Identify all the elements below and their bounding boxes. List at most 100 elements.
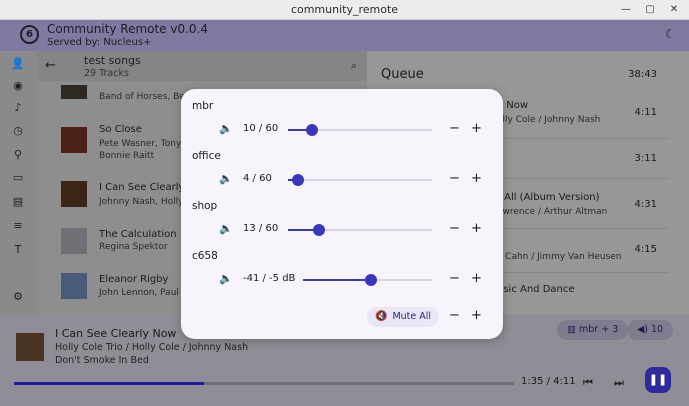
volume-up-button[interactable]: + bbox=[471, 271, 482, 286]
radio-icon[interactable]: ▤ bbox=[10, 194, 26, 210]
volume-label: 10 bbox=[651, 324, 664, 335]
now-playing-artist: Holly Cole Trio / Holly Cole / Johnny Na… bbox=[55, 342, 249, 353]
zone-row: mbr 🔈 10 / 60 − + bbox=[181, 100, 503, 150]
next-icon[interactable]: ⏭ bbox=[614, 376, 624, 390]
playlist-icon[interactable]: ≡ bbox=[10, 218, 26, 234]
app-title: Community Remote v0.0.4 bbox=[47, 22, 209, 36]
slider-thumb[interactable] bbox=[306, 124, 319, 136]
album-art bbox=[61, 273, 87, 299]
tracks-header: ← test songs 29 Tracks ⌕ bbox=[37, 51, 367, 81]
album-art bbox=[61, 127, 87, 153]
zones-label: mbr + 3 bbox=[579, 324, 619, 335]
mute-icon: 🔇 bbox=[375, 311, 388, 322]
pause-button[interactable]: ❚❚ bbox=[645, 367, 671, 393]
zone-name: shop bbox=[192, 200, 218, 212]
volume-icon: ◀) bbox=[637, 324, 649, 335]
volume-icon[interactable]: 🔈 bbox=[219, 272, 233, 285]
track-title: Eleanor Rigby bbox=[99, 274, 169, 285]
divider bbox=[497, 228, 669, 229]
slider-thumb[interactable] bbox=[365, 274, 378, 286]
track-title: I Can See Clearly bbox=[99, 182, 185, 193]
now-playing-title: I Can See Clearly Now bbox=[55, 327, 177, 340]
app-header: 6 Community Remote v0.0.4 Served by: Nuc… bbox=[0, 20, 689, 51]
queue-item-duration: 4:15 bbox=[634, 244, 657, 255]
volume-down-button[interactable]: − bbox=[449, 271, 460, 286]
volume-icon[interactable]: 🔈 bbox=[219, 172, 233, 185]
volume-up-button[interactable]: + bbox=[471, 221, 482, 236]
queue-item-subtitle: awrence / Arthur Altman bbox=[497, 207, 608, 217]
mute-all-label: Mute All bbox=[392, 311, 432, 322]
zone-row: office 🔈 4 / 60 − + bbox=[181, 150, 503, 200]
queue-total-duration: 38:43 bbox=[628, 69, 657, 80]
music-note-icon[interactable]: ♪ bbox=[10, 100, 26, 116]
speaker-group-icon: ▥ bbox=[567, 324, 576, 335]
volume-down-button[interactable]: − bbox=[449, 121, 460, 136]
volume-button[interactable]: ◀) 10 bbox=[627, 320, 674, 340]
album-art bbox=[61, 181, 87, 207]
queue-item-title: t All (Album Version) bbox=[497, 192, 600, 203]
queue-item-duration: 4:31 bbox=[634, 199, 657, 210]
volume-slider[interactable] bbox=[288, 174, 432, 186]
slider-thumb[interactable] bbox=[313, 224, 326, 236]
volume-icon[interactable]: 🔈 bbox=[219, 122, 233, 135]
settings-icon[interactable]: ⚙ bbox=[10, 289, 26, 305]
volume-dialog: mbr 🔈 10 / 60 − + office 🔈 4 / 60 − + sh… bbox=[181, 89, 503, 339]
window-title: community_remote bbox=[290, 3, 399, 16]
pause-icon: ❚❚ bbox=[648, 373, 668, 386]
previous-icon[interactable]: ⏮ bbox=[583, 376, 593, 390]
zone-name: c658 bbox=[192, 250, 218, 262]
close-icon[interactable]: ✕ bbox=[667, 3, 681, 17]
queue-item-duration: 4:11 bbox=[634, 107, 657, 118]
all-volume-up-button[interactable]: + bbox=[471, 308, 482, 323]
volume-slider[interactable] bbox=[288, 124, 432, 136]
dark-mode-icon[interactable]: ☾ bbox=[665, 27, 679, 41]
track-subtitle: Pete Wasner, Tony A bbox=[99, 139, 191, 149]
queue-title: Queue bbox=[381, 67, 424, 82]
playlist-title: test songs bbox=[84, 54, 141, 67]
progress-bar[interactable] bbox=[14, 382, 514, 385]
tag-icon[interactable]: ▭ bbox=[10, 170, 26, 186]
volume-up-button[interactable]: + bbox=[471, 121, 482, 136]
disc-icon[interactable]: ◉ bbox=[10, 78, 26, 94]
volume-slider[interactable] bbox=[288, 224, 432, 236]
zone-volume-value: 10 / 60 bbox=[243, 123, 279, 134]
zone-name: office bbox=[192, 150, 221, 162]
progress-fill bbox=[14, 382, 204, 385]
volume-down-button[interactable]: − bbox=[449, 171, 460, 186]
volume-icon[interactable]: 🔈 bbox=[219, 222, 233, 235]
queue-item-duration: 3:11 bbox=[634, 153, 657, 164]
volume-down-button[interactable]: − bbox=[449, 221, 460, 236]
divider bbox=[497, 272, 669, 273]
zone-volume-value: 13 / 60 bbox=[243, 223, 279, 234]
volume-slider[interactable] bbox=[303, 274, 432, 286]
now-playing-art bbox=[16, 333, 44, 361]
mute-all-button[interactable]: 🔇 Mute All bbox=[367, 307, 439, 327]
slider-thumb[interactable] bbox=[291, 174, 304, 186]
person-icon[interactable]: ⚲ bbox=[10, 147, 26, 163]
queue-item-title: usic And Dance bbox=[497, 284, 575, 295]
now-playing-album: Don't Smoke In Bed bbox=[55, 355, 149, 366]
text-icon[interactable]: T bbox=[10, 242, 26, 258]
track-title: So Close bbox=[99, 124, 142, 135]
divider bbox=[497, 138, 669, 139]
maximize-icon[interactable]: ▢ bbox=[643, 3, 657, 17]
window-titlebar: community_remote — ▢ ✕ bbox=[0, 0, 689, 20]
zone-row: shop 🔈 13 / 60 − + bbox=[181, 200, 503, 250]
sidebar: 👤 ◉ ♪ ◷ ⚲ ▭ ▤ ≡ T ⚙ bbox=[0, 51, 37, 315]
album-icon[interactable]: ◷ bbox=[10, 123, 26, 139]
track-subtitle: Regina Spektor bbox=[99, 242, 168, 252]
back-arrow-icon[interactable]: ← bbox=[45, 58, 56, 73]
album-art bbox=[61, 85, 87, 99]
zones-button[interactable]: ▥ mbr + 3 bbox=[557, 320, 629, 340]
slider-fill bbox=[303, 279, 372, 281]
minimize-icon[interactable]: — bbox=[619, 3, 633, 17]
queue-item-subtitle: olly Cole / Johnny Nash bbox=[497, 115, 601, 125]
track-count: 29 Tracks bbox=[84, 68, 129, 79]
all-volume-down-button[interactable]: − bbox=[449, 308, 460, 323]
track-subtitle: John Lennon, Paul M bbox=[99, 288, 190, 298]
volume-up-button[interactable]: + bbox=[471, 171, 482, 186]
track-title: The Calculation bbox=[99, 229, 177, 240]
search-icon[interactable]: ⌕ bbox=[351, 59, 357, 73]
person-add-icon[interactable]: 👤 bbox=[10, 56, 26, 72]
track-subtitle: Johnny Nash, Holly bbox=[99, 197, 184, 207]
